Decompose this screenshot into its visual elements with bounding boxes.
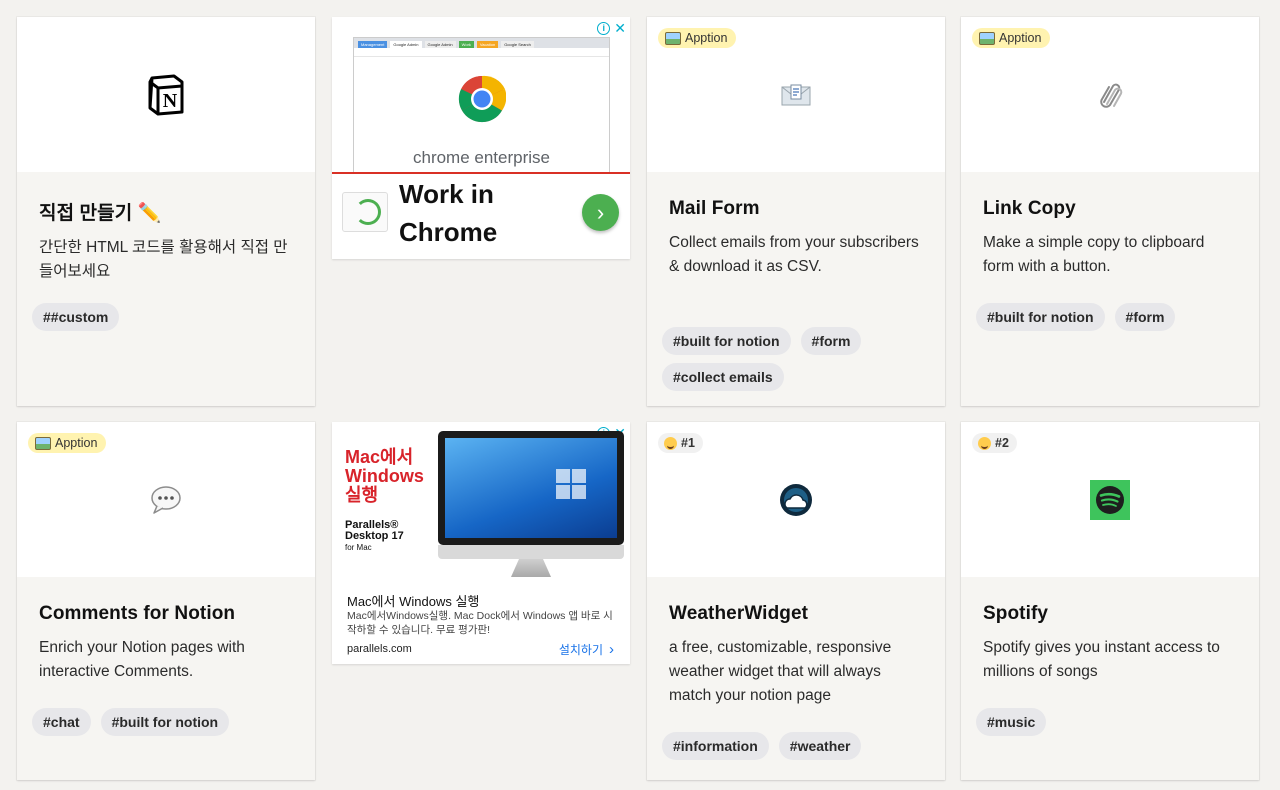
card-thumbnail: #1 xyxy=(647,422,945,577)
ad-arrow-button[interactable]: › xyxy=(582,194,619,231)
ad-choices[interactable]: i ✕ xyxy=(597,20,626,37)
smiling-face-icon xyxy=(664,436,677,450)
ad-domain[interactable]: parallels.com xyxy=(347,643,412,655)
card-description: Make a simple copy to clipboard form wit… xyxy=(983,234,1205,275)
apption-badge: Apption xyxy=(972,28,1051,48)
tag-list: #chat #built for notion xyxy=(17,708,244,736)
card-description: Enrich your Notion pages with interactiv… xyxy=(39,639,245,680)
headline-line: Windows xyxy=(345,466,424,486)
parallels-product: Parallels® Desktop 17 for Mac xyxy=(345,520,404,553)
info-icon[interactable]: i xyxy=(597,22,611,35)
tag-list: #music xyxy=(961,708,1061,736)
rank-label: #1 xyxy=(681,436,695,450)
card-title: Mail Form xyxy=(669,198,760,219)
speech-bubble-icon xyxy=(151,485,181,514)
tag[interactable]: #built for notion xyxy=(662,327,791,355)
paperclip-icon xyxy=(1100,83,1123,108)
ad-headline[interactable]: Work in Chrome xyxy=(399,175,497,251)
tag-list: #built for notion #form xyxy=(961,303,1190,331)
card-title: WeatherWidget xyxy=(669,603,809,624)
imac-image xyxy=(438,431,624,581)
widget-card-comments[interactable]: Apption Comments for Notion Enrich your … xyxy=(17,422,315,780)
picture-icon xyxy=(665,31,681,45)
tag[interactable]: #built for notion xyxy=(100,708,230,736)
tag-list: #information #weather xyxy=(647,732,876,760)
rank-badge: #1 xyxy=(658,433,703,453)
product-line: Desktop 17 xyxy=(345,530,404,542)
chevron-right-icon: › xyxy=(609,641,614,658)
install-link[interactable]: 설치하기 › xyxy=(559,641,614,658)
tag-list: #built for notion #form #collect emails xyxy=(647,327,927,391)
card-thumbnail: Apption xyxy=(647,17,945,172)
tag[interactable]: #form xyxy=(1114,303,1176,331)
card-title: Comments for Notion xyxy=(39,603,236,624)
rank-badge: #2 xyxy=(972,433,1017,453)
widget-card-weather[interactable]: #1 WeatherWidget a free, customizable, r… xyxy=(647,422,945,780)
ad-description: Mac에서Windows실행. Mac Dock에서 Windows 앱 바로 … xyxy=(347,610,613,636)
badge-label: Apption xyxy=(55,436,98,450)
card-title: Spotify xyxy=(983,603,1049,624)
rank-label: #2 xyxy=(995,436,1009,450)
browser-tab: Work xyxy=(458,41,474,48)
tag[interactable]: #weather xyxy=(778,732,862,760)
chrome-logo-icon xyxy=(458,75,506,123)
tag[interactable]: #collect emails xyxy=(662,363,784,391)
chrome-enterprise-brand: chrome enterprise xyxy=(412,148,550,167)
browser-tab: Management xyxy=(358,41,388,48)
card-thumbnail: #2 xyxy=(961,422,1259,577)
weather-cloud-icon xyxy=(780,483,812,516)
badge-label: Apption xyxy=(999,31,1042,45)
envelope-icon xyxy=(781,84,811,105)
browser-tab: Google Search xyxy=(501,41,534,48)
ad-title[interactable]: Mac에서 Windows 실행 xyxy=(347,591,479,610)
card-thumbnail: Apption xyxy=(961,17,1259,172)
smiling-face-icon xyxy=(978,436,991,450)
ad-parallels[interactable]: i ✕ Mac에서 Windows 실행 Parallels® Desktop … xyxy=(332,422,630,664)
notion-logo-icon: N xyxy=(148,74,184,115)
headline-line: 실행 xyxy=(345,485,379,505)
card-description: a free, customizable, responsive weather… xyxy=(669,639,892,704)
tag[interactable]: ##custom xyxy=(32,303,120,331)
tag[interactable]: #information xyxy=(662,732,769,760)
parallels-headline[interactable]: Mac에서 Windows 실행 xyxy=(345,448,424,505)
badge-label: Apption xyxy=(685,31,728,45)
card-description: 간단한 HTML 코드를 활용해서 직접 만들어보세요 xyxy=(39,239,288,280)
tag[interactable]: #built for notion xyxy=(976,303,1105,331)
browser-mockup: Management Google Admin Google Admin Wor… xyxy=(353,37,610,174)
card-description: Spotify gives you instant access to mill… xyxy=(983,639,1220,680)
close-icon[interactable]: ✕ xyxy=(614,20,626,37)
picture-icon xyxy=(979,31,995,45)
picture-icon xyxy=(35,436,51,450)
headline-line: Chrome xyxy=(399,217,498,247)
apption-badge: Apption xyxy=(658,28,737,48)
ad-thumbnail xyxy=(342,192,388,232)
card-title: Link Copy xyxy=(983,198,1076,219)
spotify-icon xyxy=(1090,479,1130,520)
widget-card-custom[interactable]: N 직접 만들기 ✏️ 간단한 HTML 코드를 활용해서 직접 만들어보세요 … xyxy=(17,17,315,406)
install-label: 설치하기 xyxy=(558,643,603,657)
browser-tab: Google Admin xyxy=(424,41,456,48)
widget-card-mail-form[interactable]: Apption Mail Form Collect emails from yo… xyxy=(647,17,945,406)
headline-line: Mac에서 xyxy=(345,447,414,467)
svg-text:N: N xyxy=(163,90,178,112)
card-thumbnail: N xyxy=(17,17,315,172)
apption-badge: Apption xyxy=(28,433,107,453)
widget-card-link-copy[interactable]: Apption Link Copy Make a simple copy to … xyxy=(961,17,1259,406)
card-thumbnail: Apption xyxy=(17,422,315,577)
widget-card-spotify[interactable]: #2 Spotify Spotify gives you instant acc… xyxy=(961,422,1259,780)
chevron-right-icon: › xyxy=(596,199,605,225)
card-description: Collect emails from your subscribers & d… xyxy=(669,234,919,275)
headline-line: Work in xyxy=(399,179,494,209)
tag[interactable]: #music xyxy=(976,708,1047,736)
product-line: for Mac xyxy=(345,543,372,552)
tag-list: ##custom xyxy=(17,303,134,331)
card-title: 직접 만들기 ✏️ xyxy=(39,203,162,224)
tag[interactable]: #form xyxy=(800,327,862,355)
ad-chrome-enterprise[interactable]: i ✕ Management Google Admin Google Admin… xyxy=(332,17,630,259)
browser-tab: Google Admin xyxy=(390,41,422,48)
tag[interactable]: #chat xyxy=(32,708,91,736)
browser-tab: Vacation xyxy=(476,41,499,48)
windows-logo-icon xyxy=(556,469,586,499)
